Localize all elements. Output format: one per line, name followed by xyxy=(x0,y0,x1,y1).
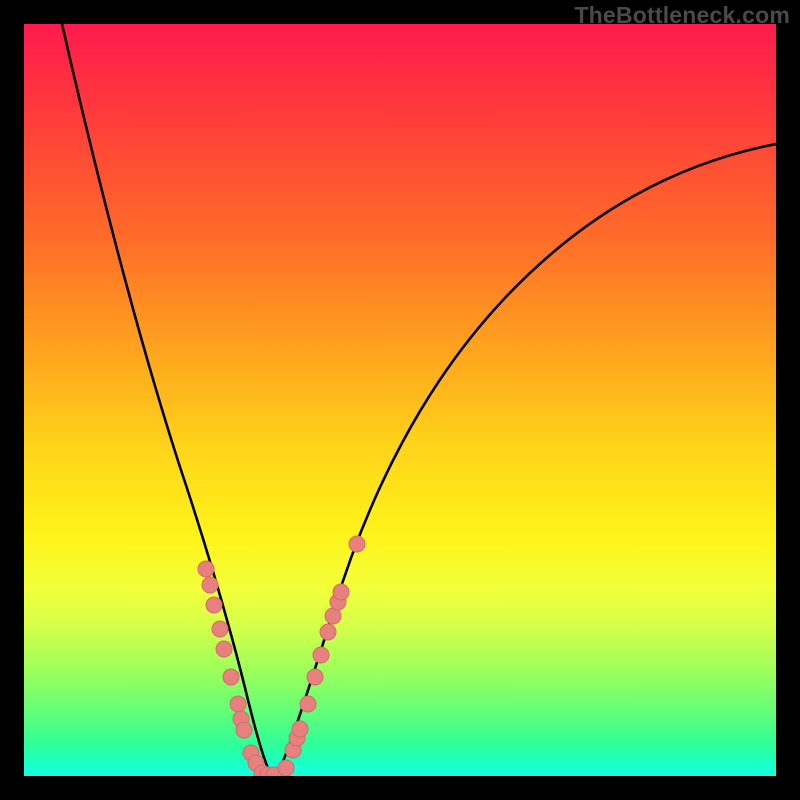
data-marker xyxy=(216,641,232,657)
left-branch-curve xyxy=(62,24,272,776)
watermark-label: TheBottleneck.com xyxy=(574,2,790,29)
data-marker xyxy=(212,621,228,637)
data-marker xyxy=(320,624,336,640)
right-branch-curve xyxy=(276,144,776,776)
chart-svg xyxy=(24,24,776,776)
data-marker xyxy=(278,760,294,776)
data-marker xyxy=(230,696,246,712)
curve-group xyxy=(62,24,776,776)
data-marker xyxy=(349,536,365,552)
data-marker xyxy=(333,584,349,600)
data-marker xyxy=(307,669,323,685)
data-marker xyxy=(206,597,222,613)
data-marker xyxy=(223,669,239,685)
marker-group xyxy=(198,536,365,776)
data-marker xyxy=(236,722,252,738)
data-marker xyxy=(202,577,218,593)
data-marker xyxy=(292,721,308,737)
chart-frame: TheBottleneck.com xyxy=(0,0,800,800)
data-marker xyxy=(300,696,316,712)
chart-plot-area xyxy=(24,24,776,776)
data-marker xyxy=(198,561,214,577)
data-marker xyxy=(313,647,329,663)
